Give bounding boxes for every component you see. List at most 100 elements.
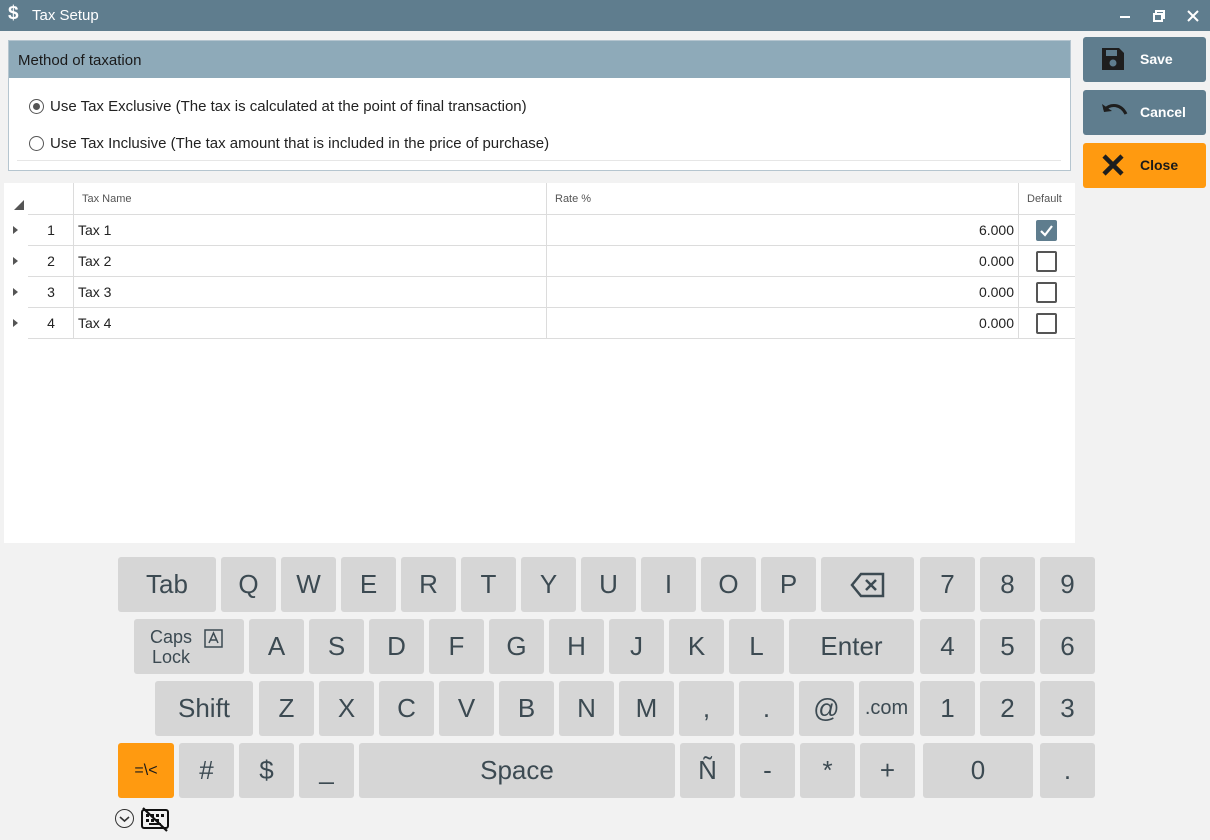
number-key-6[interactable]: 6 — [1040, 619, 1095, 674]
tax-exclusive-label: Use Tax Exclusive (The tax is calculated… — [50, 98, 527, 115]
space-key[interactable]: Space — [359, 743, 675, 798]
sort-corner-icon — [14, 200, 24, 210]
cancel-button[interactable]: Cancel — [1083, 90, 1206, 135]
letter-key-k[interactable]: K — [669, 619, 724, 674]
letter-key-q[interactable]: Q — [221, 557, 276, 612]
letter-key-y[interactable]: Y — [521, 557, 576, 612]
minimize-button[interactable] — [1108, 0, 1142, 31]
number-key-8[interactable]: 8 — [980, 557, 1035, 612]
letter-key-v[interactable]: V — [439, 681, 494, 736]
tax-inclusive-option[interactable]: Use Tax Inclusive (The tax amount that i… — [29, 135, 549, 152]
tax-name-cell[interactable]: Tax 4 — [74, 308, 547, 339]
number-key-7[interactable]: 7 — [920, 557, 975, 612]
letter-key-w[interactable]: W — [281, 557, 336, 612]
row-expand-icon[interactable] — [13, 319, 18, 327]
number-key-3[interactable]: 3 — [1040, 681, 1095, 736]
cancel-label: Cancel — [1140, 104, 1186, 120]
letter-key-o[interactable]: O — [701, 557, 756, 612]
chevron-down-icon — [119, 816, 130, 823]
rate-cell[interactable]: 0.000 — [547, 246, 1019, 277]
letter-key-p[interactable]: P — [761, 557, 816, 612]
undo-icon — [1102, 104, 1128, 115]
default-checkbox[interactable] — [1036, 282, 1057, 303]
tax-inclusive-radio[interactable] — [29, 136, 44, 151]
backspace-key[interactable]: ⌫ — [821, 557, 914, 612]
rate-cell[interactable]: 0.000 — [547, 308, 1019, 339]
letter-key-a[interactable]: A — [249, 619, 304, 674]
dotcom-key[interactable]: .com — [859, 681, 914, 736]
letter-key-z[interactable]: Z — [259, 681, 314, 736]
table-row[interactable]: 2 Tax 2 0.000 — [4, 246, 1075, 277]
underscore-key[interactable]: _ — [299, 743, 354, 798]
default-column-label: Default — [1027, 193, 1062, 205]
tax-name-column-header[interactable]: Tax Name — [74, 183, 547, 215]
n-tilde-key[interactable]: Ñ — [680, 743, 735, 798]
restore-button[interactable] — [1142, 0, 1176, 31]
default-checkbox[interactable] — [1036, 220, 1057, 241]
caps-lock-key[interactable]: Caps Lock — [134, 619, 244, 674]
letter-key-x[interactable]: X — [319, 681, 374, 736]
rate-cell[interactable]: 6.000 — [547, 215, 1019, 246]
shift-key[interactable]: Shift — [155, 681, 253, 736]
enter-key[interactable]: Enter — [789, 619, 914, 674]
letter-key-m[interactable]: M — [619, 681, 674, 736]
row-expand-icon[interactable] — [13, 288, 18, 296]
taxation-header: Method of taxation — [9, 41, 1070, 78]
tax-exclusive-option[interactable]: Use Tax Exclusive (The tax is calculated… — [29, 98, 527, 115]
letter-key-s[interactable]: S — [309, 619, 364, 674]
letter-key-u[interactable]: U — [581, 557, 636, 612]
default-column-header[interactable]: Default — [1019, 183, 1075, 215]
letter-key-f[interactable]: F — [429, 619, 484, 674]
symbols-key[interactable]: =\< — [118, 743, 174, 798]
number-key-0[interactable]: 0 — [923, 743, 1033, 798]
close-window-button[interactable] — [1176, 0, 1210, 31]
asterisk-key[interactable]: * — [800, 743, 855, 798]
number-key-1[interactable]: 1 — [920, 681, 975, 736]
plus-key[interactable]: + — [860, 743, 915, 798]
letter-key-g[interactable]: G — [489, 619, 544, 674]
letter-key-j[interactable]: J — [609, 619, 664, 674]
tax-name-cell[interactable]: Tax 1 — [74, 215, 547, 246]
letter-key-l[interactable]: L — [729, 619, 784, 674]
close-button[interactable]: Close — [1083, 143, 1206, 188]
keyboard-collapse-button[interactable] — [115, 809, 134, 828]
at-key[interactable]: @ — [799, 681, 854, 736]
number-key-9[interactable]: 9 — [1040, 557, 1095, 612]
tax-exclusive-radio[interactable] — [29, 99, 44, 114]
letter-key-c[interactable]: C — [379, 681, 434, 736]
comma-key[interactable]: , — [679, 681, 734, 736]
tax-name-cell[interactable]: Tax 2 — [74, 246, 547, 277]
letter-key-i[interactable]: I — [641, 557, 696, 612]
tax-name-column-label: Tax Name — [82, 193, 132, 205]
table-row[interactable]: 3 Tax 3 0.000 — [4, 277, 1075, 308]
letter-key-n[interactable]: N — [559, 681, 614, 736]
table-row[interactable]: 1 Tax 1 6.000 — [4, 215, 1075, 246]
window-title: Tax Setup — [32, 7, 99, 24]
number-key-5[interactable]: 5 — [980, 619, 1035, 674]
row-number: 4 — [28, 308, 74, 339]
rate-cell[interactable]: 0.000 — [547, 277, 1019, 308]
rate-column-header[interactable]: Rate % — [547, 183, 1019, 215]
hash-key[interactable]: # — [179, 743, 234, 798]
default-checkbox[interactable] — [1036, 251, 1057, 272]
tax-name-cell[interactable]: Tax 3 — [74, 277, 547, 308]
dollar-key[interactable]: $ — [239, 743, 294, 798]
tab-key[interactable]: Tab — [118, 557, 216, 612]
letter-key-d[interactable]: D — [369, 619, 424, 674]
row-expand-icon[interactable] — [13, 257, 18, 265]
letter-key-b[interactable]: B — [499, 681, 554, 736]
number-key-2[interactable]: 2 — [980, 681, 1035, 736]
table-row[interactable]: 4 Tax 4 0.000 — [4, 308, 1075, 339]
letter-key-h[interactable]: H — [549, 619, 604, 674]
letter-key-t[interactable]: T — [461, 557, 516, 612]
save-button[interactable]: Save — [1083, 37, 1206, 82]
period-key[interactable]: . — [739, 681, 794, 736]
number-key-4[interactable]: 4 — [920, 619, 975, 674]
default-checkbox[interactable] — [1036, 313, 1057, 334]
letter-key-e[interactable]: E — [341, 557, 396, 612]
period-key[interactable]: . — [1040, 743, 1095, 798]
row-expand-icon[interactable] — [13, 226, 18, 234]
minus-key[interactable]: - — [740, 743, 795, 798]
keyboard-hide-icon[interactable] — [140, 806, 170, 832]
letter-key-r[interactable]: R — [401, 557, 456, 612]
